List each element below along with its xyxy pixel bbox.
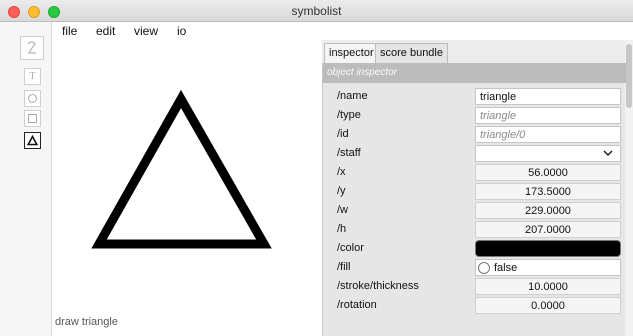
menu-edit[interactable]: edit	[96, 24, 115, 38]
stroke-thickness-field[interactable]: 10.0000	[475, 278, 621, 295]
canvas-drawing	[91, 89, 272, 249]
row-y: /y 173.5000	[323, 182, 626, 201]
row-label: /stroke/thickness	[337, 280, 419, 292]
row-label: /color	[337, 242, 364, 254]
row-label: /rotation	[337, 299, 377, 311]
inspector-tab-bar: inspector score bundle	[322, 40, 633, 63]
rectangle-tool[interactable]	[24, 110, 41, 127]
type-field[interactable]: triangle	[475, 107, 621, 124]
tab-score-bundle[interactable]: score bundle	[375, 43, 448, 63]
panel-header: object inspector	[323, 63, 626, 83]
x-field[interactable]: 56.0000	[475, 164, 621, 181]
row-label: /x	[337, 166, 346, 178]
row-name: /name triangle	[323, 87, 626, 106]
triangle-tool[interactable]	[24, 132, 41, 149]
row-rotation: /rotation 0.0000	[323, 296, 626, 315]
inspector-scrollbar[interactable]	[625, 40, 633, 336]
menu-file[interactable]: file	[62, 24, 77, 38]
text-icon: T	[29, 71, 36, 82]
row-label: /type	[337, 109, 361, 121]
stroke-icon	[27, 41, 36, 54]
window-title: symbolist	[291, 4, 342, 18]
menu-view[interactable]: view	[134, 24, 158, 38]
text-tool[interactable]: T	[24, 68, 41, 85]
chevron-down-icon	[603, 150, 613, 157]
rotation-field[interactable]: 0.0000	[475, 297, 621, 314]
row-type: /type triangle	[323, 106, 626, 125]
stroke-tool[interactable]	[20, 36, 44, 60]
color-swatch[interactable]	[475, 240, 621, 257]
title-bar: symbolist	[0, 0, 633, 22]
id-field[interactable]: triangle/0	[475, 126, 621, 143]
tab-inspector[interactable]: inspector	[324, 43, 379, 63]
row-w: /w 229.0000	[323, 201, 626, 220]
fill-value: false	[494, 262, 518, 274]
staff-select[interactable]	[475, 145, 621, 162]
circle-tool[interactable]	[24, 90, 41, 107]
row-label: /name	[337, 90, 368, 102]
row-fill: /fill false	[323, 258, 626, 277]
row-label: /fill	[337, 261, 351, 273]
row-staff: /staff	[323, 144, 626, 163]
row-x: /x 56.0000	[323, 163, 626, 182]
row-color: /color	[323, 239, 626, 258]
scrollbar-thumb[interactable]	[626, 44, 632, 108]
row-h: /h 207.0000	[323, 220, 626, 239]
row-stroke-thickness: /stroke/thickness 10.0000	[323, 277, 626, 296]
row-label: /staff	[337, 147, 361, 159]
triangle-icon	[27, 135, 38, 146]
tool-palette: T	[0, 22, 52, 336]
object-inspector-panel: object inspector /name triangle /type tr…	[322, 63, 626, 336]
circle-icon	[28, 94, 37, 103]
y-field[interactable]: 173.5000	[475, 183, 621, 200]
menu-bar: file edit view io	[52, 22, 322, 40]
h-field[interactable]: 207.0000	[475, 221, 621, 238]
name-field[interactable]: triangle	[475, 88, 621, 105]
row-label: /h	[337, 223, 347, 235]
menu-io[interactable]: io	[177, 24, 186, 38]
rectangle-icon	[28, 114, 37, 123]
fill-toggle[interactable]: false	[475, 259, 621, 276]
row-label: /w	[337, 204, 348, 216]
status-text: draw triangle	[55, 316, 118, 328]
triangle-shape[interactable]	[91, 89, 272, 249]
w-field[interactable]: 229.0000	[475, 202, 621, 219]
row-id: /id triangle/0	[323, 125, 626, 144]
row-label: /y	[337, 185, 346, 197]
score-canvas[interactable]	[52, 40, 322, 336]
row-label: /id	[337, 128, 349, 140]
fill-checkbox[interactable]	[478, 262, 490, 274]
